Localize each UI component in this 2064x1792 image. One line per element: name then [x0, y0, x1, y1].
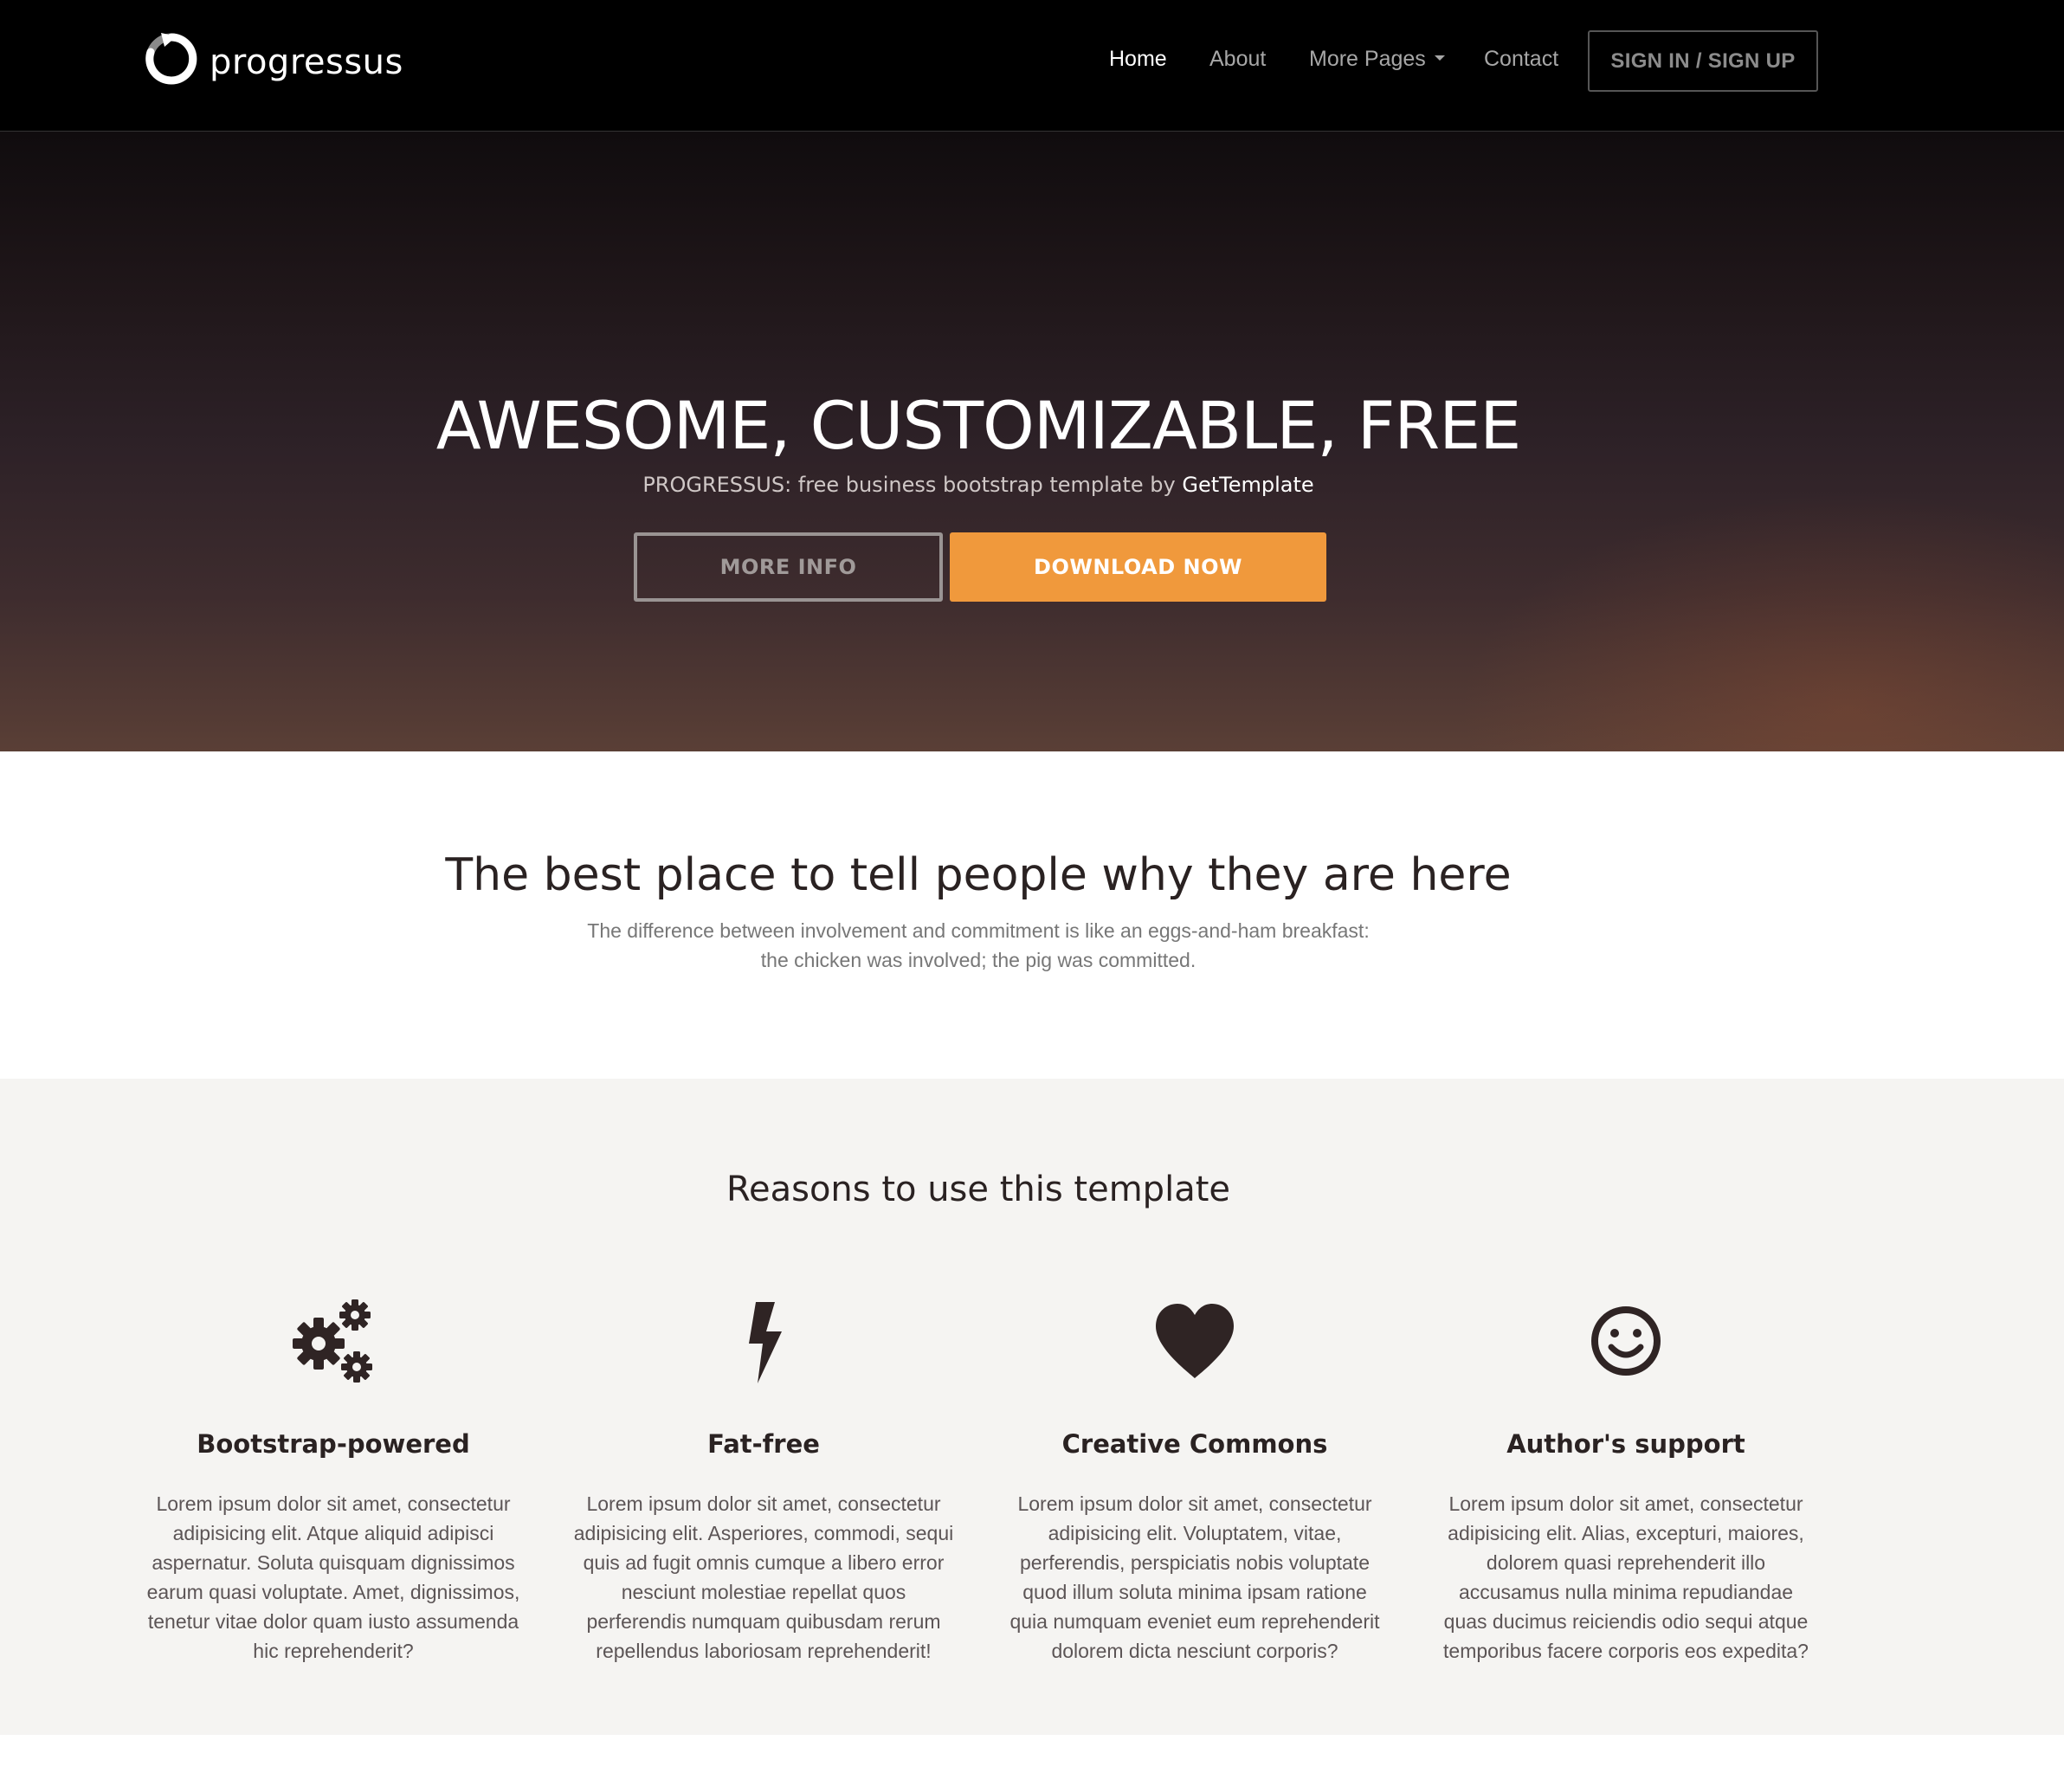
hero-subtitle: PROGRESSUS: free business bootstrap temp… — [0, 467, 1957, 502]
sign-in-button[interactable]: SIGN IN / SIGN UP — [1588, 30, 1818, 92]
lightning-icon — [716, 1293, 811, 1389]
smiley-icon — [1578, 1293, 1674, 1389]
feature-text: Lorem ipsum dolor sit amet, consectetur … — [1443, 1492, 1809, 1662]
navbar: progressus Home About More Pages Contact… — [0, 0, 2064, 132]
intro-line-1: The difference between involvement and c… — [587, 919, 1370, 942]
page-footer-spacer — [0, 1735, 2064, 1792]
hero-section: AWESOME, CUSTOMIZABLE, FREE PROGRESSUS: … — [0, 132, 2064, 751]
chevron-down-icon — [1434, 55, 1445, 61]
reasons-title: Reasons to use this template — [726, 1170, 1230, 1209]
feature-bootstrap-powered: Bootstrap-powered Lorem ipsum dolor sit … — [143, 1293, 524, 1666]
gears-icon — [286, 1293, 381, 1389]
feature-text: Lorem ipsum dolor sit amet, consectetur … — [1009, 1492, 1380, 1662]
gettemplate-link[interactable]: GetTemplate — [1182, 473, 1313, 497]
intro-line-2: the chicken was involved; the pig was co… — [760, 949, 1196, 971]
intro-title: The best place to tell people why they a… — [445, 849, 1512, 901]
intro-text: The difference between involvement and c… — [0, 916, 1957, 975]
feature-title: Bootstrap-powered — [197, 1429, 470, 1459]
nav-item-contact[interactable]: Contact — [1484, 43, 1558, 74]
nav-item-more-pages-label: More Pages — [1309, 47, 1426, 71]
heart-icon — [1147, 1293, 1242, 1389]
nav-item-home[interactable]: Home — [1109, 43, 1167, 74]
download-now-button[interactable]: DOWNLOAD NOW — [950, 532, 1326, 602]
feature-title: Fat-free — [707, 1429, 820, 1459]
feature-title: Author's support — [1506, 1429, 1745, 1459]
nav-item-more-pages[interactable]: More Pages — [1309, 43, 1445, 74]
feature-text: Lorem ipsum dolor sit amet, consectetur … — [146, 1492, 520, 1662]
feature-text: Lorem ipsum dolor sit amet, consectetur … — [573, 1492, 954, 1662]
feature-fat-free: Fat-free Lorem ipsum dolor sit amet, con… — [573, 1293, 954, 1666]
more-info-button[interactable]: MORE INFO — [634, 532, 943, 602]
intro-section: The best place to tell people why they a… — [0, 751, 2064, 1079]
feature-title: Creative Commons — [1061, 1429, 1328, 1459]
feature-creative-commons: Creative Commons Lorem ipsum dolor sit a… — [1004, 1293, 1385, 1666]
hero-title: AWESOME, CUSTOMIZABLE, FREE — [435, 387, 1522, 464]
reasons-section: Reasons to use this template Bootstrap-p… — [0, 1079, 2064, 1735]
nav-item-about[interactable]: About — [1209, 43, 1266, 74]
feature-authors-support: Author's support Lorem ipsum dolor sit a… — [1435, 1293, 1816, 1666]
hero-subtitle-text: PROGRESSUS: free business bootstrap temp… — [642, 473, 1183, 497]
